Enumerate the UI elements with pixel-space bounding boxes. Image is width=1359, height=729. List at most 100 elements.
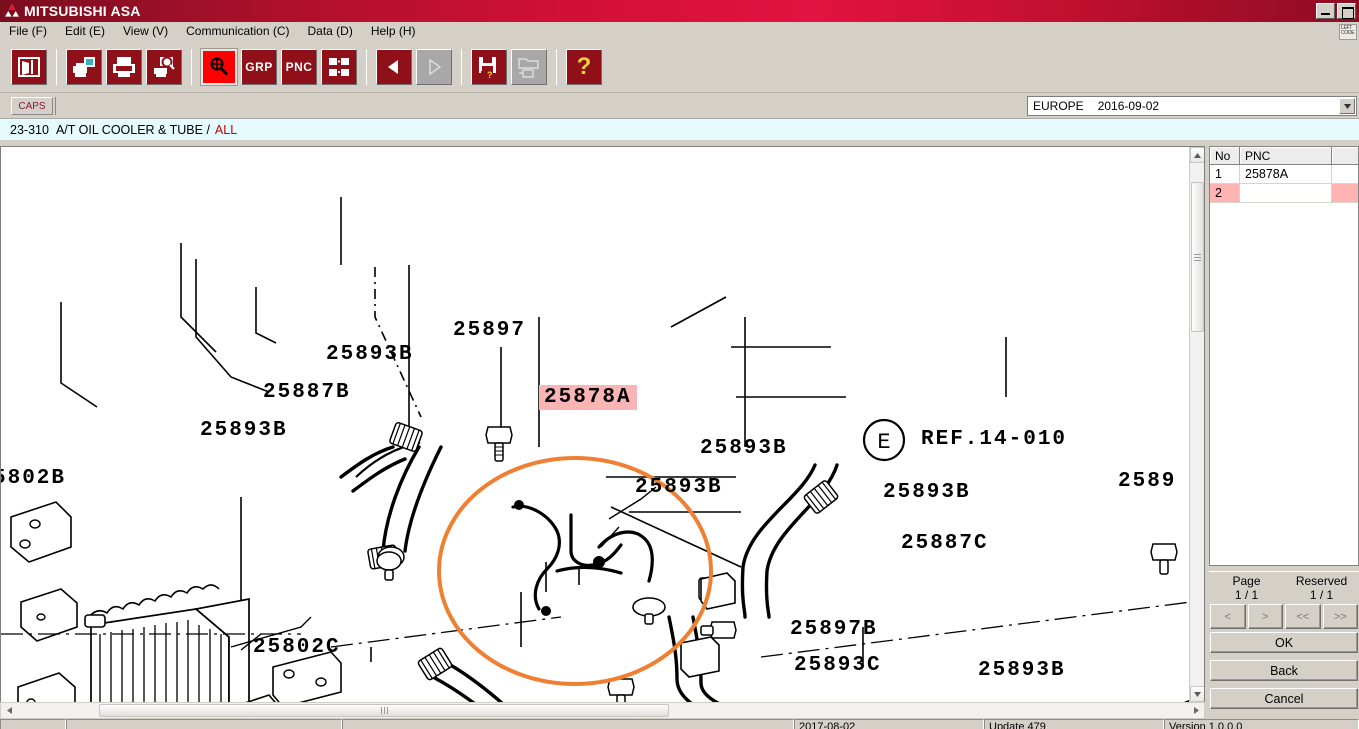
column-header-extra[interactable] <box>1332 147 1358 165</box>
triangle-up-icon[interactable] <box>1190 147 1204 163</box>
menu-view[interactable]: View (V) <box>114 22 177 41</box>
vertical-scroll-thumb[interactable] <box>1191 182 1204 332</box>
part-label-25887c[interactable]: 25887C <box>901 532 989 555</box>
column-header-no[interactable]: No <box>1210 147 1240 165</box>
menu-help[interactable]: Help (H) <box>362 22 425 41</box>
cell-extra <box>1332 165 1358 184</box>
breadcrumb-variant: ALL <box>214 122 238 137</box>
reserved-indicator: Reserved 1 / 1 <box>1284 572 1359 602</box>
page-next-button[interactable]: > <box>1247 604 1283 629</box>
toolbar: GRP PNC ? ? <box>0 41 1359 93</box>
minimize-button[interactable] <box>1316 3 1335 19</box>
status-cell-1 <box>66 719 342 729</box>
svg-text:E: E <box>877 430 890 455</box>
back-button[interactable]: Back <box>1210 660 1358 681</box>
right-panel: No PNC 1 25878A 2 Page 1 / 1 Reserved 1 … <box>1209 146 1359 718</box>
menu-edit[interactable]: Edit (E) <box>56 22 114 41</box>
exit-button[interactable] <box>11 48 47 85</box>
action-buttons: OK Back Cancel <box>1209 632 1359 716</box>
print-button[interactable] <box>106 48 142 85</box>
page-first-button[interactable]: << <box>1285 604 1321 629</box>
pnc-table-header: No PNC <box>1210 147 1358 165</box>
application-window: MITSUBISHI ASA File (F) Edit (E) View (V… <box>0 0 1359 729</box>
part-label-25897b[interactable]: 25897B <box>790 618 878 641</box>
part-label-25897[interactable]: 25897 <box>453 319 526 342</box>
open-transfer-button[interactable] <box>511 48 547 85</box>
print-search-button[interactable] <box>146 48 182 85</box>
cell-pnc: 25878A <box>1240 165 1332 184</box>
part-label-25893b-1[interactable]: 25893B <box>326 343 414 366</box>
page-prev-button[interactable]: < <box>1210 604 1246 629</box>
status-cell-2 <box>342 719 794 729</box>
part-label-25878a-selected[interactable]: 25878A <box>539 385 637 410</box>
part-label-25893b-3[interactable]: 25893B <box>700 437 788 460</box>
grid-button[interactable] <box>321 48 357 85</box>
pnc-button[interactable]: PNC <box>281 48 317 85</box>
parts-diagram-canvas[interactable]: E D 25897 25893B 25887B 25893B 25878A 58… <box>1 147 1191 702</box>
table-row[interactable]: 1 25878A <box>1210 165 1358 184</box>
region-value: EUROPE <box>1033 99 1084 113</box>
reserved-value: 1 / 1 <box>1309 588 1334 602</box>
cell-no: 1 <box>1210 165 1240 184</box>
table-row[interactable]: 2 <box>1210 184 1358 203</box>
caps-indicator: CAPS <box>11 97 53 115</box>
menu-file[interactable]: File (F) <box>0 22 56 41</box>
page-label: Page <box>1232 574 1261 588</box>
next-button[interactable] <box>416 48 452 85</box>
previous-button[interactable] <box>376 48 412 85</box>
horizontal-scroll-track[interactable] <box>17 703 1188 718</box>
page-indicator: Page 1 / 1 <box>1209 572 1284 602</box>
pnc-text-icon: PNC <box>285 59 313 74</box>
triangle-right-icon[interactable] <box>1188 703 1204 718</box>
pnc-table[interactable]: No PNC 1 25878A 2 <box>1209 146 1359 566</box>
question-mark-icon: ? <box>576 52 592 80</box>
column-header-pnc[interactable]: PNC <box>1240 147 1332 165</box>
window-title: MITSUBISHI ASA <box>24 3 141 19</box>
mitsubishi-three-diamonds-icon <box>0 3 24 19</box>
reserved-label: Reserved <box>1295 574 1348 588</box>
status-bar: 2017-08-02 Update 479 Version 1.0.0.0 <box>0 719 1359 729</box>
triangle-left-icon[interactable] <box>1 703 17 718</box>
part-label-25893b-2[interactable]: 25893B <box>200 419 288 442</box>
menu-bar: File (F) Edit (E) View (V) Communication… <box>0 22 1359 41</box>
page-value: 1 / 1 <box>1234 588 1259 602</box>
part-label-25887b[interactable]: 25887B <box>263 381 351 404</box>
parts-diagram-artwork: E D <box>1 197 1191 702</box>
parts-diagram-viewport[interactable]: E D 25897 25893B 25887B 25893B 25878A 58… <box>0 146 1205 703</box>
status-cell-date: 2017-08-02 <box>794 719 984 729</box>
part-label-25893b-4[interactable]: 25893B <box>635 476 723 499</box>
ok-button[interactable]: OK <box>1210 632 1358 653</box>
diagram-horizontal-scrollbar[interactable] <box>0 702 1205 719</box>
group-button[interactable]: GRP <box>241 48 277 85</box>
svg-text:?: ? <box>487 70 493 79</box>
zoom-button[interactable] <box>200 47 238 86</box>
cancel-button[interactable]: Cancel <box>1210 688 1358 709</box>
part-label-2589-cut[interactable]: 2589 <box>1118 470 1176 493</box>
page-last-button[interactable]: >> <box>1322 604 1358 629</box>
part-label-25893b-6[interactable]: 25893B <box>978 659 1066 682</box>
save-button[interactable]: ? <box>471 48 507 85</box>
reference-label-14-010[interactable]: REF.14-010 <box>921 428 1067 451</box>
triangle-down-icon[interactable] <box>1190 686 1204 702</box>
status-cell-version: Version 1.0.0.0 <box>1164 719 1359 729</box>
info-strip: CAPS EUROPE 2016-09-02 <box>0 94 1359 118</box>
grp-text-icon: GRP <box>245 59 273 74</box>
horizontal-scroll-thumb[interactable] <box>99 704 669 717</box>
help-button[interactable]: ? <box>566 48 602 85</box>
scroll-grip-icon <box>380 707 388 714</box>
cell-extra <box>1332 184 1358 203</box>
print-list-button[interactable] <box>66 48 102 85</box>
part-label-25893b-5[interactable]: 25893B <box>883 481 971 504</box>
part-label-25893c[interactable]: 25893C <box>794 654 882 677</box>
corner-code-note: LEFT CODE <box>1339 24 1357 40</box>
diagram-vertical-scrollbar[interactable] <box>1189 147 1204 702</box>
chevron-down-icon[interactable] <box>1339 98 1355 114</box>
restore-button[interactable] <box>1337 3 1356 19</box>
menu-data[interactable]: Data (D) <box>299 22 362 41</box>
part-label-25802b[interactable]: 5802B <box>1 467 66 490</box>
title-bar: MITSUBISHI ASA <box>0 0 1359 22</box>
region-selector[interactable]: EUROPE 2016-09-02 <box>1027 96 1357 116</box>
menu-communication[interactable]: Communication (C) <box>177 22 298 41</box>
part-label-25802c[interactable]: 25802C <box>253 636 341 659</box>
breadcrumb-name: A/T OIL COOLER & TUBE / <box>55 122 210 137</box>
